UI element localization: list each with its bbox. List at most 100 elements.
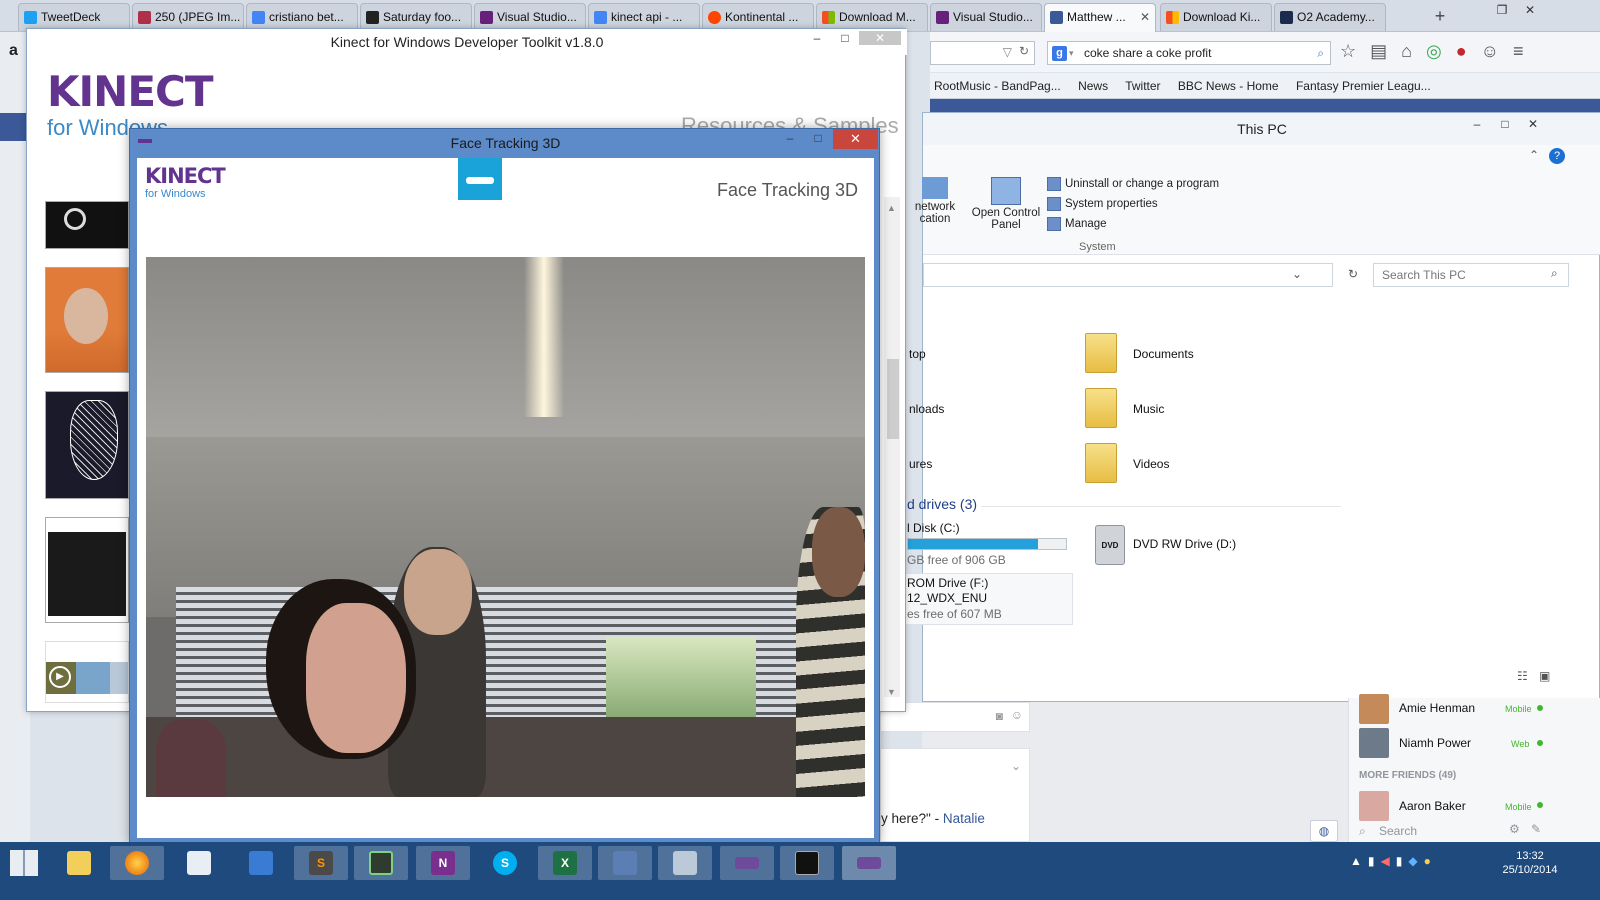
friend-name[interactable]: Niamh Power bbox=[1399, 736, 1471, 750]
taskbar-network-tool[interactable] bbox=[234, 846, 288, 880]
tab-jpeg-image[interactable]: 250 (JPEG Im... bbox=[132, 3, 244, 31]
home-icon[interactable]: ⌂ bbox=[1401, 41, 1426, 61]
folder-documents[interactable]: Documents bbox=[1133, 347, 1194, 361]
show-hidden-icons-icon[interactable]: ▲ bbox=[1350, 854, 1368, 868]
refresh-icon[interactable]: ↻ bbox=[1348, 267, 1358, 281]
taskbar-skype[interactable]: S bbox=[478, 846, 532, 880]
tab-matthew-facebook[interactable]: Matthew ... ✕ bbox=[1044, 3, 1156, 33]
feed-snippet-author[interactable]: Natalie bbox=[943, 811, 985, 826]
taskbar-firefox[interactable] bbox=[110, 846, 164, 880]
minimize-icon[interactable]: – bbox=[803, 31, 831, 45]
drive-c-name[interactable]: l Disk (C:) bbox=[907, 521, 960, 535]
battery-icon[interactable]: ▮ bbox=[1368, 854, 1381, 868]
tab-kinect-api[interactable]: kinect api - ... bbox=[588, 3, 700, 31]
search-icon[interactable]: ⌕ bbox=[1317, 42, 1324, 64]
taskbar-command-prompt[interactable] bbox=[780, 846, 834, 880]
camera-icon[interactable]: ◙ bbox=[996, 709, 1003, 723]
taskbar-onenote[interactable]: N bbox=[416, 846, 470, 880]
videos-folder-icon[interactable] bbox=[1085, 443, 1117, 483]
explorer-address-bar[interactable]: ⌄ ↻ bbox=[923, 263, 1358, 287]
menu-icon[interactable]: ≡ bbox=[1513, 41, 1538, 61]
taskbar-console-app[interactable] bbox=[354, 846, 408, 880]
scroll-up-icon[interactable]: ▲ bbox=[887, 203, 896, 213]
taskbar-excel[interactable]: X bbox=[538, 846, 592, 880]
tab-visual-studio-2[interactable]: Visual Studio... bbox=[930, 3, 1042, 31]
amazon-icon[interactable]: a bbox=[9, 42, 18, 60]
manage-button[interactable]: Manage bbox=[1047, 217, 1219, 231]
system-properties-button[interactable]: System properties bbox=[1047, 197, 1219, 211]
bookmark-twitter[interactable]: Twitter bbox=[1125, 79, 1160, 93]
tab-download-m[interactable]: Download M... bbox=[816, 3, 928, 31]
close-icon[interactable]: ✕ bbox=[833, 129, 878, 149]
face-icon[interactable]: ☺ bbox=[1481, 41, 1513, 61]
dropdown-icon[interactable]: ▽ bbox=[1003, 45, 1012, 59]
maximize-icon[interactable]: □ bbox=[804, 131, 832, 145]
start-button[interactable] bbox=[10, 850, 38, 876]
details-view-icon[interactable]: ☷ bbox=[1517, 669, 1528, 683]
close-icon[interactable]: ✕ bbox=[1519, 117, 1547, 131]
chevron-down-icon[interactable]: ⌄ bbox=[1292, 267, 1302, 281]
minimize-icon[interactable]: – bbox=[776, 131, 804, 145]
drive-dvd[interactable]: DVD RW Drive (D:) bbox=[1133, 537, 1236, 551]
compose-icon[interactable]: ✎ bbox=[1531, 822, 1541, 836]
folder-videos[interactable]: Videos bbox=[1133, 457, 1169, 471]
tab-download-ki[interactable]: Download Ki... bbox=[1160, 3, 1272, 31]
volume-muted-icon[interactable]: ◀ bbox=[1381, 854, 1396, 868]
wifi-icon[interactable]: ▮ bbox=[1396, 854, 1409, 868]
reload-icon[interactable]: ↻ bbox=[1019, 44, 1029, 58]
documents-folder-icon[interactable] bbox=[1085, 333, 1117, 373]
tab-visual-studio-1[interactable]: Visual Studio... bbox=[474, 3, 586, 31]
tab-saturday-football[interactable]: Saturday foo... bbox=[360, 3, 472, 31]
close-icon[interactable]: ✕ bbox=[1516, 3, 1544, 17]
taskbar-clock[interactable]: 13:32 25/10/2014 bbox=[1495, 849, 1565, 877]
maximize-icon[interactable]: □ bbox=[831, 31, 859, 45]
devices-drives-heading[interactable]: d drives (3) bbox=[907, 496, 977, 512]
uninstall-program-button[interactable]: Uninstall or change a program bbox=[1047, 177, 1219, 191]
sample-thumbnail-face-mesh[interactable] bbox=[45, 391, 129, 499]
taskbar-kinect-toolkit[interactable] bbox=[720, 846, 774, 880]
bookmark-rootmusic[interactable]: RootMusic - BandPag... bbox=[934, 79, 1061, 93]
folder-music[interactable]: Music bbox=[1133, 402, 1164, 416]
toolkit-scrollbar-thumb[interactable] bbox=[887, 359, 899, 439]
taskbar-file-explorer[interactable] bbox=[52, 846, 106, 880]
tab-tweetdeck[interactable]: TweetDeck bbox=[18, 3, 130, 31]
new-tab-button[interactable]: + bbox=[1428, 4, 1452, 28]
explorer-search-input[interactable]: Search This PC bbox=[1373, 263, 1569, 287]
scroll-down-icon[interactable]: ▼ bbox=[887, 687, 896, 697]
restore-icon[interactable]: ❐ bbox=[1488, 3, 1516, 17]
maximize-icon[interactable]: □ bbox=[1491, 117, 1519, 131]
chevron-down-icon[interactable]: ⌄ bbox=[1011, 759, 1021, 773]
sample-thumbnail-face-basics[interactable] bbox=[45, 267, 129, 373]
dvd-drive-icon[interactable]: DVD bbox=[1095, 525, 1125, 565]
gear-icon[interactable]: ⚙ bbox=[1509, 822, 1520, 836]
large-icons-view-icon[interactable]: ▣ bbox=[1539, 669, 1550, 683]
dropbox-icon[interactable]: ◆ bbox=[1408, 854, 1423, 868]
chevron-down-icon[interactable]: ▾ bbox=[1069, 42, 1074, 64]
taskbar-sublime-text[interactable]: S bbox=[294, 846, 348, 880]
music-folder-icon[interactable] bbox=[1085, 388, 1117, 428]
close-icon[interactable]: ✕ bbox=[859, 31, 901, 45]
emoji-icon[interactable]: ☺ bbox=[1011, 708, 1023, 722]
avatar[interactable] bbox=[1359, 728, 1389, 758]
bookmark-star-icon[interactable]: ☆ bbox=[1340, 41, 1370, 61]
friend-name[interactable]: Amie Henman bbox=[1399, 701, 1475, 715]
sample-thumbnail-depth[interactable] bbox=[45, 201, 129, 249]
folder-desktop[interactable]: top bbox=[909, 347, 926, 361]
friend-name[interactable]: Aaron Baker bbox=[1399, 799, 1466, 813]
bookmarks-list-icon[interactable]: ▤ bbox=[1370, 41, 1401, 61]
taskbar-notepad[interactable] bbox=[172, 846, 226, 880]
folder-pictures[interactable]: ures bbox=[909, 457, 932, 471]
address-bar[interactable]: ▽ ↻ bbox=[930, 41, 1035, 65]
collapse-ribbon-icon[interactable]: ⌃ bbox=[1529, 148, 1539, 162]
adblock-icon[interactable]: ● bbox=[1456, 41, 1481, 61]
chat-search-input[interactable]: Search bbox=[1379, 824, 1417, 838]
folder-downloads[interactable]: nloads bbox=[909, 402, 944, 416]
tab-kontinental[interactable]: Kontinental ... bbox=[702, 3, 814, 31]
close-tab-icon[interactable]: ✕ bbox=[1140, 4, 1150, 31]
toolkit-scrollbar[interactable] bbox=[884, 197, 900, 697]
globe-icon[interactable]: ◍ bbox=[1310, 820, 1338, 842]
avatar[interactable] bbox=[1359, 791, 1389, 821]
search-bar[interactable]: g ▾ coke share a coke profit ⌕ bbox=[1047, 41, 1331, 65]
play-icon[interactable]: ▶ bbox=[49, 666, 71, 688]
help-icon[interactable]: ? bbox=[1549, 148, 1565, 164]
